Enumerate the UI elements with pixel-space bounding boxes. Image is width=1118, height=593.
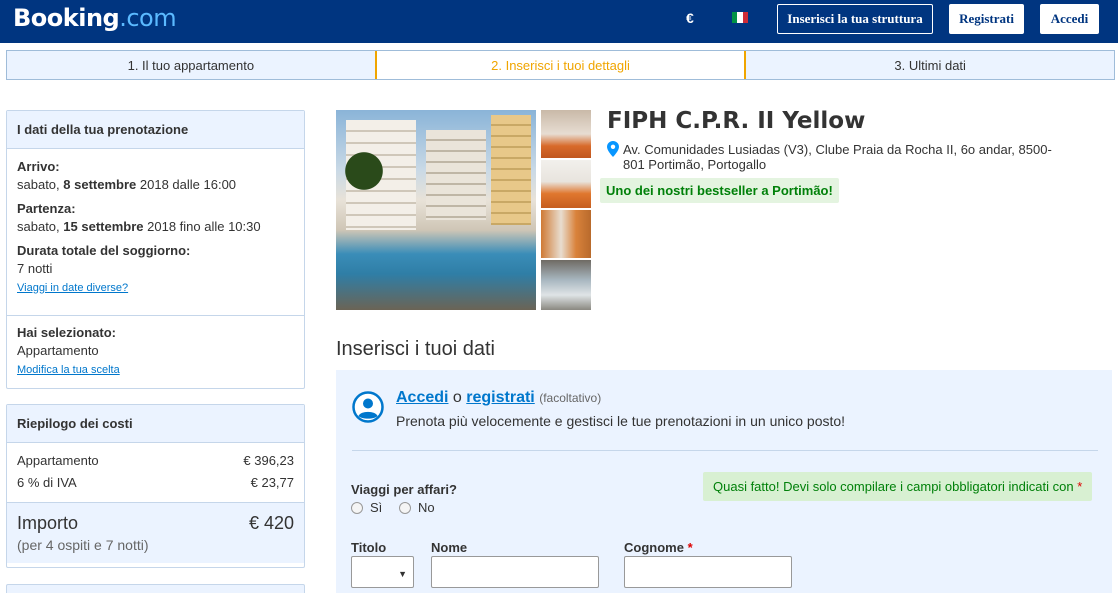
selected-value: Appartamento <box>17 343 99 358</box>
booking-steps: 1. Il tuo appartamento 2. Inserisci i tu… <box>6 50 1115 80</box>
last-name-label: Cognome * <box>624 540 693 555</box>
duration-value: 7 notti <box>17 261 53 276</box>
cost-row: Appartamento € 396,23 <box>7 453 304 468</box>
total-value: € 420 <box>248 513 294 533</box>
total-label: Importo <box>17 513 79 533</box>
cost-row: 6 % di IVA € 23,77 <box>7 475 304 490</box>
cost-summary-title: Riepilogo dei costi <box>7 405 304 443</box>
cost-row-label: Appartamento <box>17 453 99 468</box>
required-fields-notice: Quasi fatto! Devi solo compilare i campi… <box>703 472 1093 501</box>
cost-row-label: 6 % di IVA <box>17 475 77 490</box>
top-header: Booking.com € Inserisci la tua struttura… <box>0 0 1118 43</box>
arrival-value: sabato, 8 settembre 2018 dalle 16:00 <box>17 177 237 192</box>
booking-logo[interactable]: Booking.com <box>13 4 177 32</box>
register-link[interactable]: registrati <box>466 389 534 406</box>
step-1[interactable]: 1. Il tuo appartamento <box>7 51 375 79</box>
cost-row-value: € 23,77 <box>250 475 294 490</box>
departure-label: Partenza: <box>17 201 76 216</box>
register-button[interactable]: Registrati <box>949 4 1024 34</box>
login-prompt: Accedi o registrati (facoltativo) <box>396 389 602 406</box>
guest-details-form: Accedi o registrati (facoltativo) Prenot… <box>336 370 1112 593</box>
departure-value: sabato, 15 settembre 2018 fino alle 10:3… <box>17 219 261 234</box>
booking-details-title: I dati della tua prenotazione <box>7 111 304 149</box>
step-3: 3. Ultimi dati <box>894 57 966 73</box>
hotel-main-photo[interactable] <box>336 110 536 310</box>
change-dates-link[interactable]: Viaggi in date diverse? <box>17 282 294 294</box>
total-note: (per 4 ospiti e 7 notti) <box>17 537 149 553</box>
first-name-input[interactable] <box>431 556 599 588</box>
business-yes-radio[interactable]: Sì <box>351 500 382 515</box>
login-button[interactable]: Accedi <box>1040 4 1099 34</box>
hotel-thumb-photo[interactable] <box>541 260 591 310</box>
cost-summary-panel: Riepilogo dei costi Appartamento € 396,2… <box>6 404 305 568</box>
last-name-input[interactable] <box>624 556 792 588</box>
hotel-thumb-photo[interactable] <box>541 110 591 158</box>
user-account-icon <box>352 391 384 423</box>
bestseller-badge: Uno dei nostri bestseller a Portimão! <box>600 178 839 203</box>
list-property-button[interactable]: Inserisci la tua struttura <box>777 4 933 34</box>
location-pin-icon <box>607 141 619 157</box>
arrival-label: Arrivo: <box>17 159 60 174</box>
business-no-radio[interactable]: No <box>399 500 435 515</box>
business-travel-label: Viaggi per affari? <box>351 482 457 497</box>
selected-label: Hai selezionato: <box>17 325 116 340</box>
next-panel-edge <box>6 584 305 593</box>
cost-row-value: € 396,23 <box>243 453 294 468</box>
currency-selector[interactable]: € <box>686 10 694 26</box>
hotel-address: Av. Comunidades Lusiadas (V3), Clube Pra… <box>623 142 1052 172</box>
chevron-down-icon: ▼ <box>398 569 407 579</box>
booking-details-panel: I dati della tua prenotazione Arrivo: sa… <box>6 110 305 389</box>
divider <box>352 450 1098 451</box>
title-select[interactable]: ▼ <box>351 556 414 588</box>
login-link[interactable]: Accedi <box>396 389 448 406</box>
hotel-thumb-photo[interactable] <box>541 160 591 208</box>
language-flag-icon[interactable] <box>732 12 748 23</box>
hotel-name[interactable]: FIPH C.P.R. II Yellow <box>607 108 865 134</box>
title-label: Titolo <box>351 540 387 555</box>
login-benefit-text: Prenota più velocemente e gestisci le tu… <box>396 413 846 429</box>
duration-label: Durata totale del soggiorno: <box>17 243 191 258</box>
total-price: Importo € 420 (per 4 ospiti e 7 notti) <box>7 502 304 563</box>
hotel-thumb-photo[interactable] <box>541 210 591 258</box>
first-name-label: Nome <box>431 540 468 555</box>
step-2-current: 2. Inserisci i tuoi dettagli <box>374 51 747 79</box>
change-choice-link[interactable]: Modifica la tua scelta <box>17 364 294 376</box>
section-title: Inserisci i tuoi dati <box>336 338 495 360</box>
